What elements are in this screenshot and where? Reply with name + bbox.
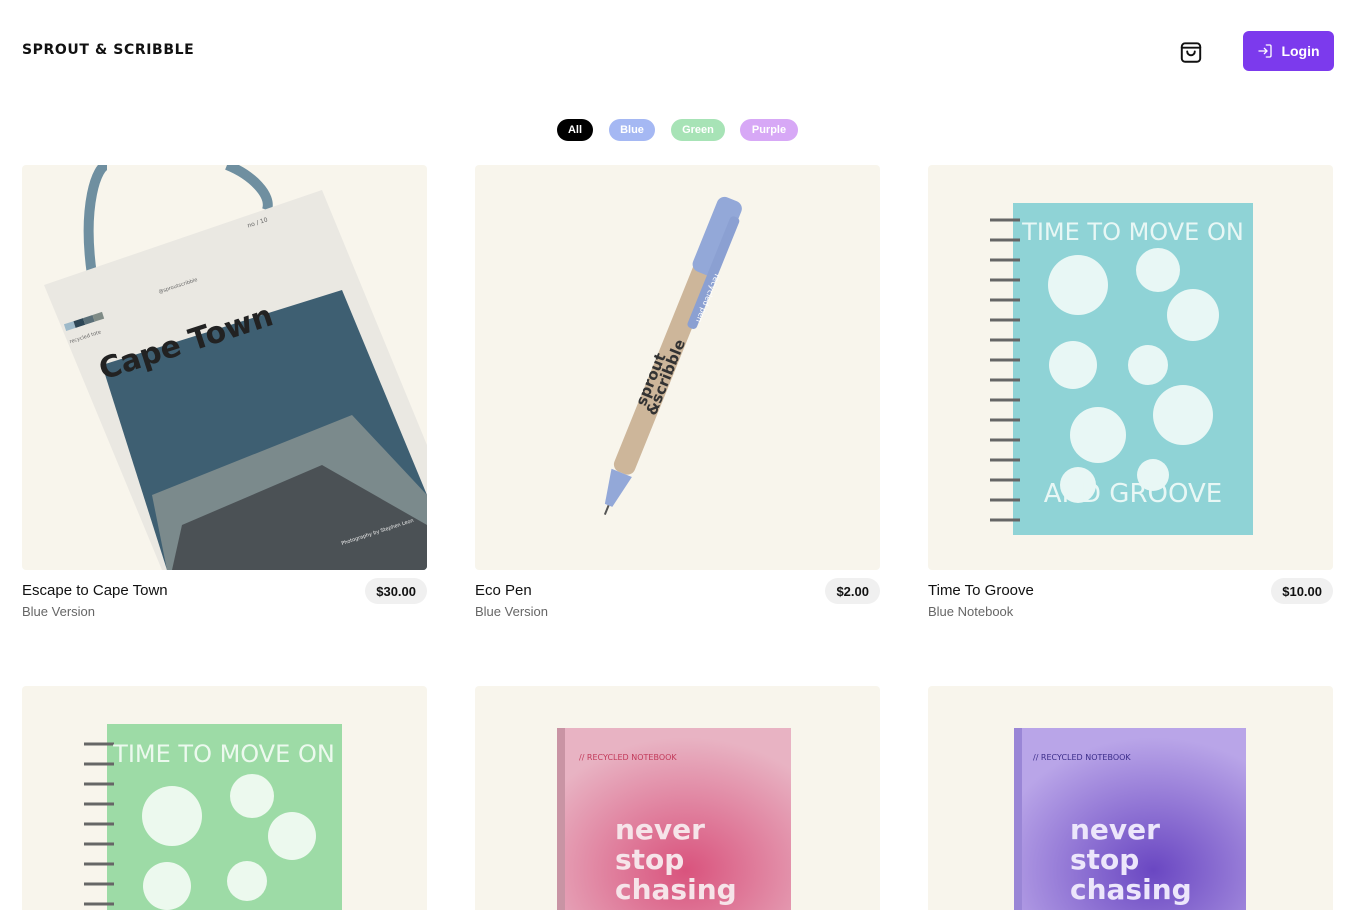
product-card[interactable]: TIME TO MOVE ON AND GROOVE Time To Groov… [928,165,1333,619]
product-image-notebook-purple[interactable]: // RECYCLED NOTEBOOK never stop chasing [928,686,1333,910]
notebook-top-text: TIME TO MOVE ON [1021,218,1244,246]
notebook-tag: // RECYCLED NOTEBOOK [1033,753,1131,762]
product-name[interactable]: Time To Groove [928,582,1034,599]
notebook-line1: never [1070,813,1160,846]
product-card[interactable]: // RECYCLED NOTEBOOK never stop chasing [928,686,1333,910]
notebook-line2: stop [1070,843,1139,876]
product-image-tote[interactable]: recycled tote @sproutscribble no / 10 Ca… [22,165,427,570]
product-name[interactable]: Escape to Cape Town [22,582,168,599]
product-variant: Blue Version [475,604,548,619]
brand-logo[interactable]: SPROUT & SCRIBBLE [22,42,194,58]
product-variant: Blue Version [22,604,95,619]
notebook-tag: // RECYCLED NOTEBOOK [579,753,677,762]
filter-purple[interactable]: Purple [740,119,798,141]
price-badge: $10.00 [1271,578,1333,604]
header: SPROUT & SCRIBBLE Login [0,0,1372,100]
product-image-notebook-pink[interactable]: // RECYCLED NOTEBOOK never stop chasing [475,686,880,910]
shopping-bag-icon[interactable] [1178,39,1204,65]
product-image-notebook-green[interactable]: TIME TO MOVE ON [22,686,427,910]
price-badge: $30.00 [365,578,427,604]
product-card[interactable]: recycled pen sprout &scribble Eco Pen Bl… [475,165,880,619]
notebook-bottom-text: AND GROOVE [1044,479,1222,509]
filter-green[interactable]: Green [671,119,725,141]
login-arrow-icon [1258,44,1273,58]
filter-all[interactable]: All [557,119,593,141]
notebook-line3: chasing [615,873,737,906]
product-card[interactable]: recycled tote @sproutscribble no / 10 Ca… [22,165,427,619]
product-image-notebook-blue[interactable]: TIME TO MOVE ON AND GROOVE [928,165,1333,570]
notebook-line3: chasing [1070,873,1192,906]
login-label: Login [1281,43,1320,59]
product-image-pen[interactable]: recycled pen sprout &scribble [475,165,880,570]
color-filters: All Blue Green Purple [0,119,1372,141]
product-card[interactable]: // RECYCLED NOTEBOOK never stop chasing [475,686,880,910]
login-button[interactable]: Login [1243,31,1334,71]
notebook-line1: never [615,813,705,846]
product-variant: Blue Notebook [928,604,1014,619]
notebook-line2: stop [615,843,684,876]
filter-blue[interactable]: Blue [609,119,655,141]
product-name[interactable]: Eco Pen [475,582,532,599]
price-badge: $2.00 [825,578,880,604]
notebook-top-text: TIME TO MOVE ON [112,740,335,768]
product-card[interactable]: TIME TO MOVE ON [22,686,427,910]
